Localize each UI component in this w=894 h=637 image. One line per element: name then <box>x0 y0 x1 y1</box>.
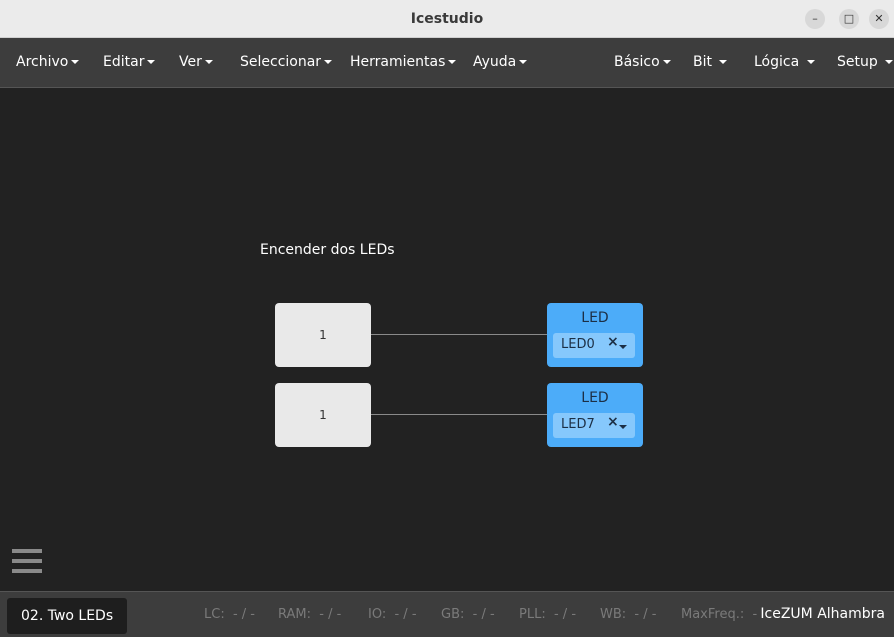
menu-archivo[interactable]: Archivo <box>16 54 80 70</box>
hamburger-bar <box>12 569 42 573</box>
stat-maxfreq: MaxFreq.: - <box>681 607 757 622</box>
clear-icon[interactable]: × <box>607 414 619 430</box>
menu-label: Seleccionar <box>240 54 322 70</box>
menu-logica[interactable]: Lógica <box>754 54 815 70</box>
menu-label: Setup <box>837 54 878 70</box>
caret-down-icon <box>204 60 213 64</box>
stat-pll: PLL: - / - <box>519 607 576 622</box>
stat-label: MaxFreq.: <box>681 607 745 622</box>
constant-block[interactable]: 1 <box>275 303 371 367</box>
stat-label: GB: <box>441 607 465 622</box>
design-canvas[interactable]: Encender dos LEDs 1 LED LED0 × 1 LED LED… <box>0 88 894 591</box>
stat-value: - / - <box>232 607 255 622</box>
menu-editar[interactable]: Editar <box>103 54 156 70</box>
maximize-button[interactable]: □ <box>839 9 859 29</box>
menu-bar: Archivo Editar Ver Seleccionar Herramien… <box>0 38 894 88</box>
window-titlebar: Icestudio – □ ✕ <box>0 0 894 38</box>
stat-value: - / - <box>319 607 342 622</box>
led-pin-select[interactable]: LED0 × <box>553 333 635 358</box>
stat-label: LC: <box>204 607 225 622</box>
caret-down-icon <box>519 60 528 64</box>
stat-value: - / - <box>634 607 657 622</box>
stat-value: - / - <box>472 607 495 622</box>
menu-label: Básico <box>614 54 660 70</box>
caret-down-icon[interactable] <box>619 345 627 349</box>
menu-label: Ayuda <box>473 54 517 70</box>
stat-ram: RAM: - / - <box>278 607 341 622</box>
menu-bit[interactable]: Bit <box>693 54 728 70</box>
stat-label: PLL: <box>519 607 546 622</box>
hamburger-bar <box>12 559 42 563</box>
menu-label: Editar <box>103 54 145 70</box>
menu-ver[interactable]: Ver <box>179 54 213 70</box>
minimize-button[interactable]: – <box>805 9 825 29</box>
menu-label: Herramientas <box>350 54 446 70</box>
menu-setup[interactable]: Setup <box>837 54 894 70</box>
project-name-button[interactable]: 02. Two LEDs <box>7 598 128 634</box>
menu-seleccionar[interactable]: Seleccionar <box>240 54 333 70</box>
menu-basico[interactable]: Básico <box>614 54 671 70</box>
caret-down-icon <box>885 60 894 64</box>
stat-label: WB: <box>600 607 627 622</box>
stat-gb: GB: - / - <box>441 607 495 622</box>
caret-down-icon <box>448 60 457 64</box>
wire[interactable] <box>371 334 547 335</box>
caret-down-icon <box>806 60 815 64</box>
led-block-title: LED <box>581 390 609 406</box>
caret-down-icon <box>147 60 156 64</box>
menu-label: Bit <box>693 54 712 70</box>
stat-value: - / - <box>394 607 417 622</box>
stat-label: RAM: <box>278 607 311 622</box>
clear-icon[interactable]: × <box>607 334 619 350</box>
stat-value: - / - <box>553 607 577 622</box>
caret-down-icon[interactable] <box>619 425 627 429</box>
stat-io: IO: - / - <box>368 607 417 622</box>
board-name[interactable]: IceZUM Alhambra <box>760 606 885 622</box>
wire[interactable] <box>371 414 547 415</box>
caret-down-icon <box>662 60 671 64</box>
led-block[interactable]: LED LED0 × <box>547 303 643 367</box>
menu-label: Lógica <box>754 54 800 70</box>
led-pin-select[interactable]: LED7 × <box>553 413 635 438</box>
stat-value: - <box>752 607 758 622</box>
stat-wb: WB: - / - <box>600 607 656 622</box>
menu-ayuda[interactable]: Ayuda <box>473 54 528 70</box>
constant-block[interactable]: 1 <box>275 383 371 447</box>
hamburger-bar <box>12 549 42 553</box>
stat-lc: LC: - / - <box>204 607 255 622</box>
led-block[interactable]: LED LED7 × <box>547 383 643 447</box>
window-title: Icestudio <box>410 11 484 27</box>
hamburger-icon[interactable] <box>12 549 42 577</box>
stat-label: IO: <box>368 607 387 622</box>
caret-down-icon <box>324 60 333 64</box>
menu-label: Ver <box>179 54 202 70</box>
close-button[interactable]: ✕ <box>869 9 889 29</box>
led-block-title: LED <box>581 310 609 326</box>
status-bar: 02. Two LEDs LC: - / - RAM: - / - IO: - … <box>0 591 894 637</box>
caret-down-icon <box>719 60 728 64</box>
led-pin-value: LED0 <box>561 337 595 352</box>
menu-label: Archivo <box>16 54 69 70</box>
caret-down-icon <box>71 60 80 64</box>
comment-text[interactable]: Encender dos LEDs <box>260 242 395 258</box>
led-pin-value: LED7 <box>561 417 595 432</box>
menu-herramientas[interactable]: Herramientas <box>350 54 457 70</box>
